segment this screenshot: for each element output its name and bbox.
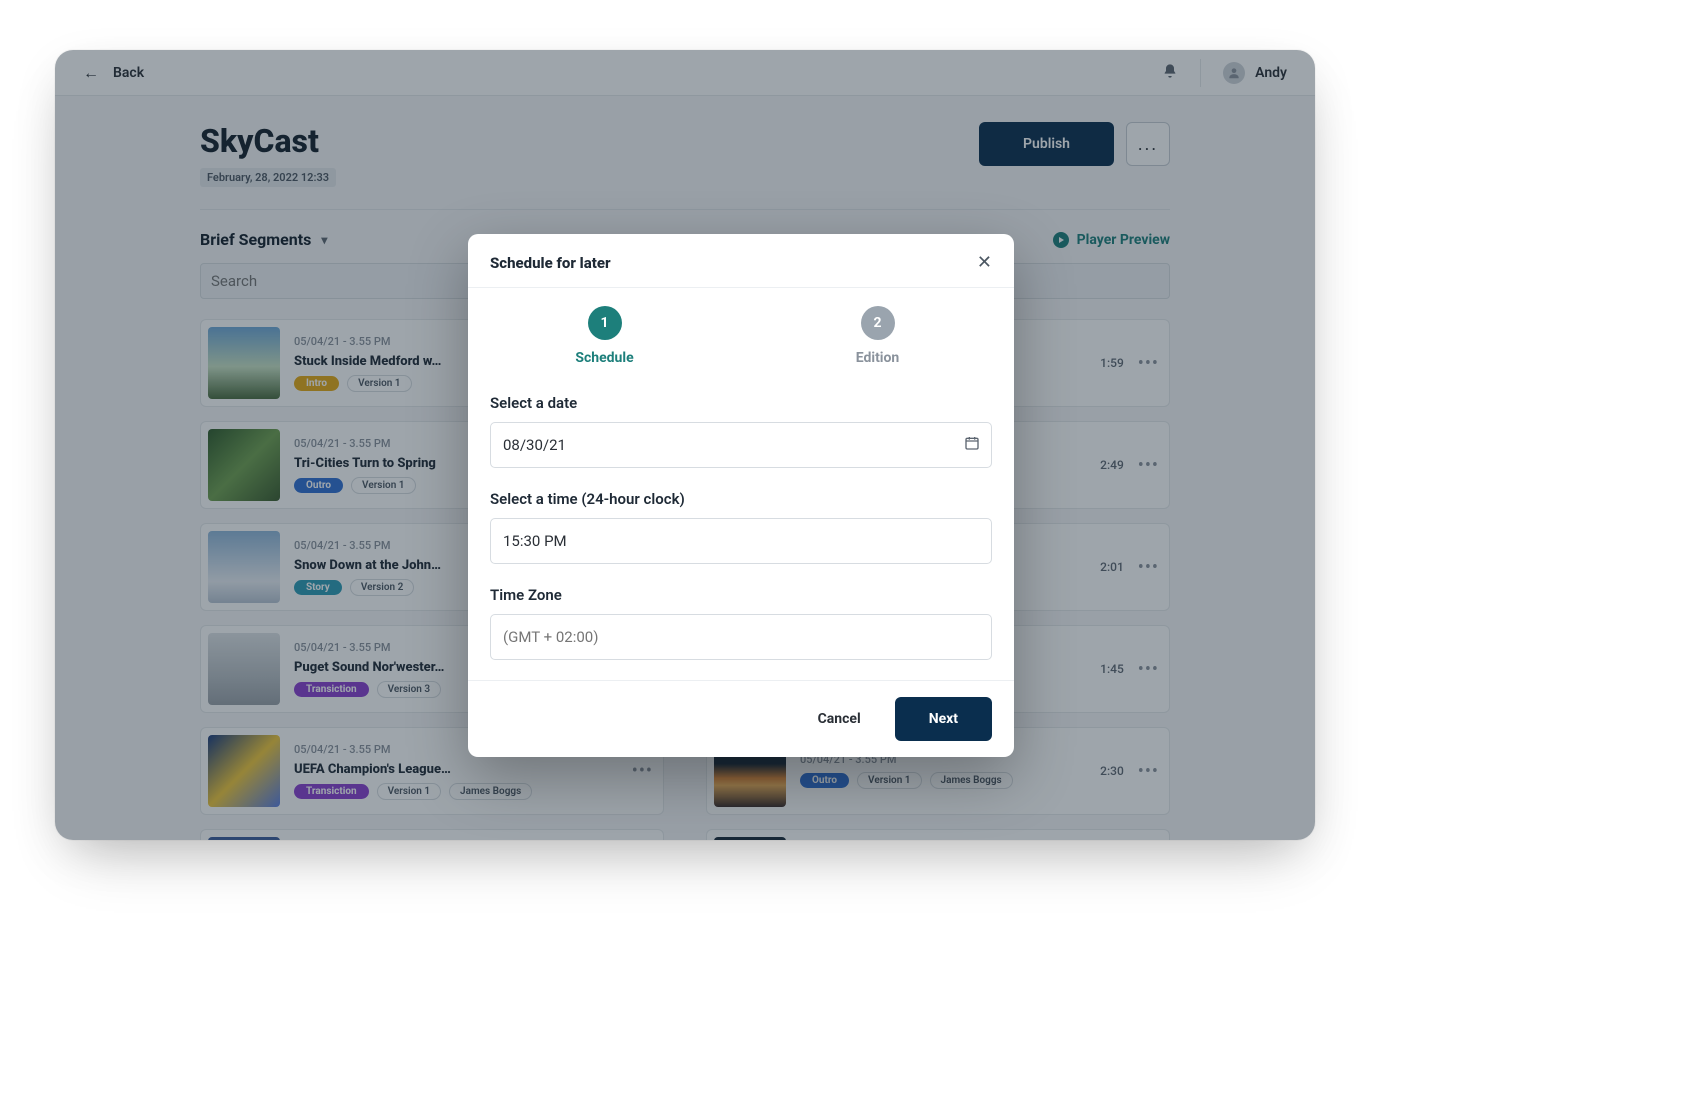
step-schedule[interactable]: 1 Schedule: [468, 306, 741, 366]
step-number: 1: [588, 306, 622, 340]
time-input[interactable]: [490, 518, 992, 564]
date-label: Select a date: [490, 394, 992, 412]
schedule-modal: Schedule for later ✕ 1 Schedule 2 Editio…: [468, 234, 1014, 757]
step-label: Edition: [856, 350, 900, 366]
time-label: Select a time (24-hour clock): [490, 490, 992, 508]
field-date: Select a date: [490, 394, 992, 468]
date-input[interactable]: [490, 422, 992, 468]
close-button[interactable]: ✕: [977, 252, 992, 273]
modal-header: Schedule for later ✕: [468, 234, 1014, 288]
modal-steps: 1 Schedule 2 Edition: [468, 288, 1014, 382]
timezone-input[interactable]: [490, 614, 992, 660]
modal-title: Schedule for later: [490, 254, 611, 272]
step-number: 2: [861, 306, 895, 340]
modal-footer: Cancel Next: [468, 680, 1014, 757]
step-label: Schedule: [575, 350, 633, 366]
modal-body: Select a date Select a time (24-hour clo…: [468, 382, 1014, 680]
field-timezone: Time Zone: [490, 586, 992, 660]
app-window: ← Back Andy SkyCast February, 28, 2022 1…: [55, 50, 1315, 840]
field-time: Select a time (24-hour clock): [490, 490, 992, 564]
cancel-button[interactable]: Cancel: [812, 701, 867, 737]
next-button[interactable]: Next: [895, 697, 992, 741]
step-edition[interactable]: 2 Edition: [741, 306, 1014, 366]
timezone-label: Time Zone: [490, 586, 992, 604]
